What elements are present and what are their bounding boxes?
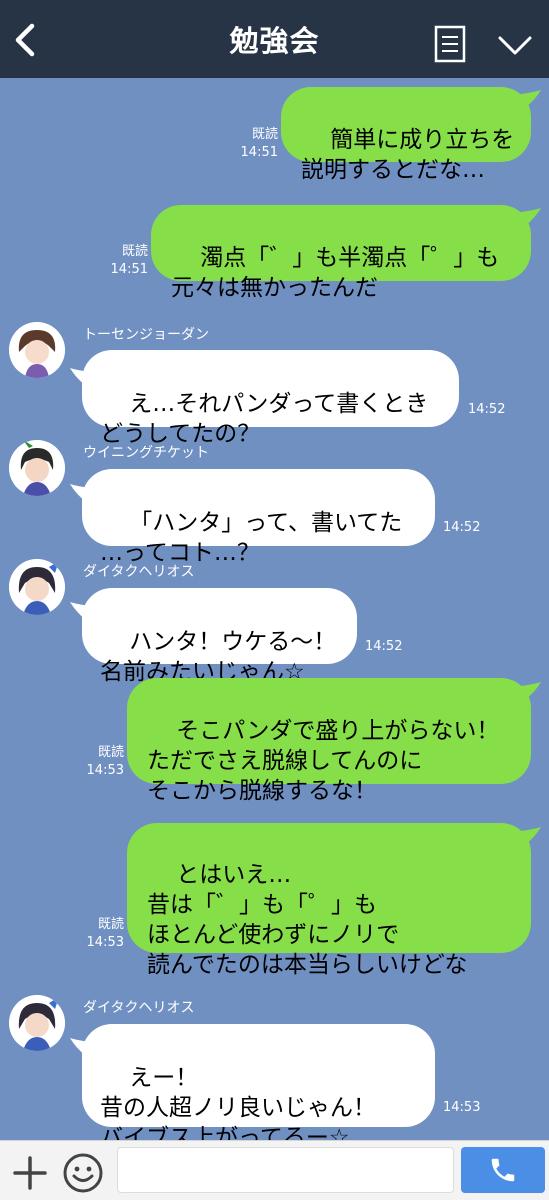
notes-menu-icon[interactable] (434, 25, 466, 63)
bubble-tail (521, 208, 541, 226)
phone-icon (491, 1158, 515, 1182)
message-bubble[interactable]: えー！ 昔の人超ノリ良いじゃん！ バイブス上がってるー☆ (82, 1024, 435, 1151)
sender-name: ダイタクヘリオス (83, 1000, 195, 1016)
message-text: えー！ 昔の人超ノリ良いじゃん！ バイブス上がってるー☆ (100, 1065, 376, 1151)
bubble-tail (521, 90, 541, 108)
message-time: 14:52 (365, 639, 403, 654)
message-text: 濁点「゛」も半濁点「゜」も 元々は無かったんだ (171, 245, 500, 301)
chevron-down-icon[interactable] (497, 34, 533, 58)
read-receipt: 既読 14:51 (110, 244, 148, 277)
message-bubble[interactable]: え…それパンダって書くとき どうしてたの？ (82, 350, 459, 447)
chat-area[interactable]: 既読 14:51 簡単に成り立ちを 説明するとだな… 既読 14:51 濁点「゛」も… (0, 78, 549, 1151)
message-text: え…それパンダって書くとき どうしてたの？ (100, 391, 429, 447)
message-bubble[interactable]: 簡単に成り立ちを 説明するとだな… (281, 87, 531, 183)
message-text: ハンタ！ウケる〜！ 名前みたいじゃん☆ (100, 629, 337, 685)
message-time: 14:52 (468, 402, 506, 417)
avatar[interactable] (9, 559, 65, 615)
chat-header: 勉強会 (0, 0, 549, 78)
read-receipt: 既読 14:51 (240, 127, 278, 160)
message-text: 「ハンタ」って、書いてた …ってコト…？ (100, 510, 403, 566)
message-input-bar (0, 1140, 549, 1200)
avatar[interactable] (9, 322, 65, 378)
read-receipt: 既読 14:53 (86, 745, 124, 778)
read-receipt: 既読 14:53 (86, 917, 124, 950)
sender-name: ウイニングチケット (83, 445, 209, 461)
message-text: 簡単に成り立ちを 説明するとだな… (301, 127, 515, 183)
sender-name: ダイタクヘリオス (83, 564, 195, 580)
message-bubble[interactable]: そこパンダで盛り上がらない！ ただでさえ脱線してんのに そこから脱線するな！ (127, 678, 531, 804)
bubble-tail (521, 682, 541, 700)
message-input[interactable] (117, 1147, 454, 1193)
message-text: とはいえ… 昔は「゛」も「゜」も ほとんど使わずにノリで 読んでたのは本当らしい… (147, 862, 468, 978)
avatar[interactable] (9, 995, 65, 1051)
message-text: そこパンダで盛り上がらない！ ただでさえ脱線してんのに そこから脱線するな！ (147, 718, 500, 804)
message-bubble[interactable]: 濁点「゛」も半濁点「゜」も 元々は無かったんだ (151, 205, 531, 301)
message-bubble[interactable]: ハンタ！ウケる〜！ 名前みたいじゃん☆ (82, 588, 357, 685)
sender-name: トーセンジョーダン (83, 327, 209, 343)
avatar[interactable] (9, 440, 65, 496)
emoji-icon[interactable] (62, 1152, 104, 1194)
message-bubble[interactable]: 「ハンタ」って、書いてた …ってコト…？ (82, 469, 435, 566)
bubble-tail (521, 827, 541, 845)
plus-icon[interactable] (12, 1155, 48, 1191)
message-bubble[interactable]: とはいえ… 昔は「゛」も「゜」も ほとんど使わずにノリで 読んでたのは本当らしい… (127, 823, 531, 978)
chat-title: 勉強会 (229, 24, 320, 58)
call-button[interactable] (461, 1147, 545, 1193)
message-time: 14:52 (443, 520, 481, 535)
message-time: 14:53 (443, 1100, 481, 1115)
